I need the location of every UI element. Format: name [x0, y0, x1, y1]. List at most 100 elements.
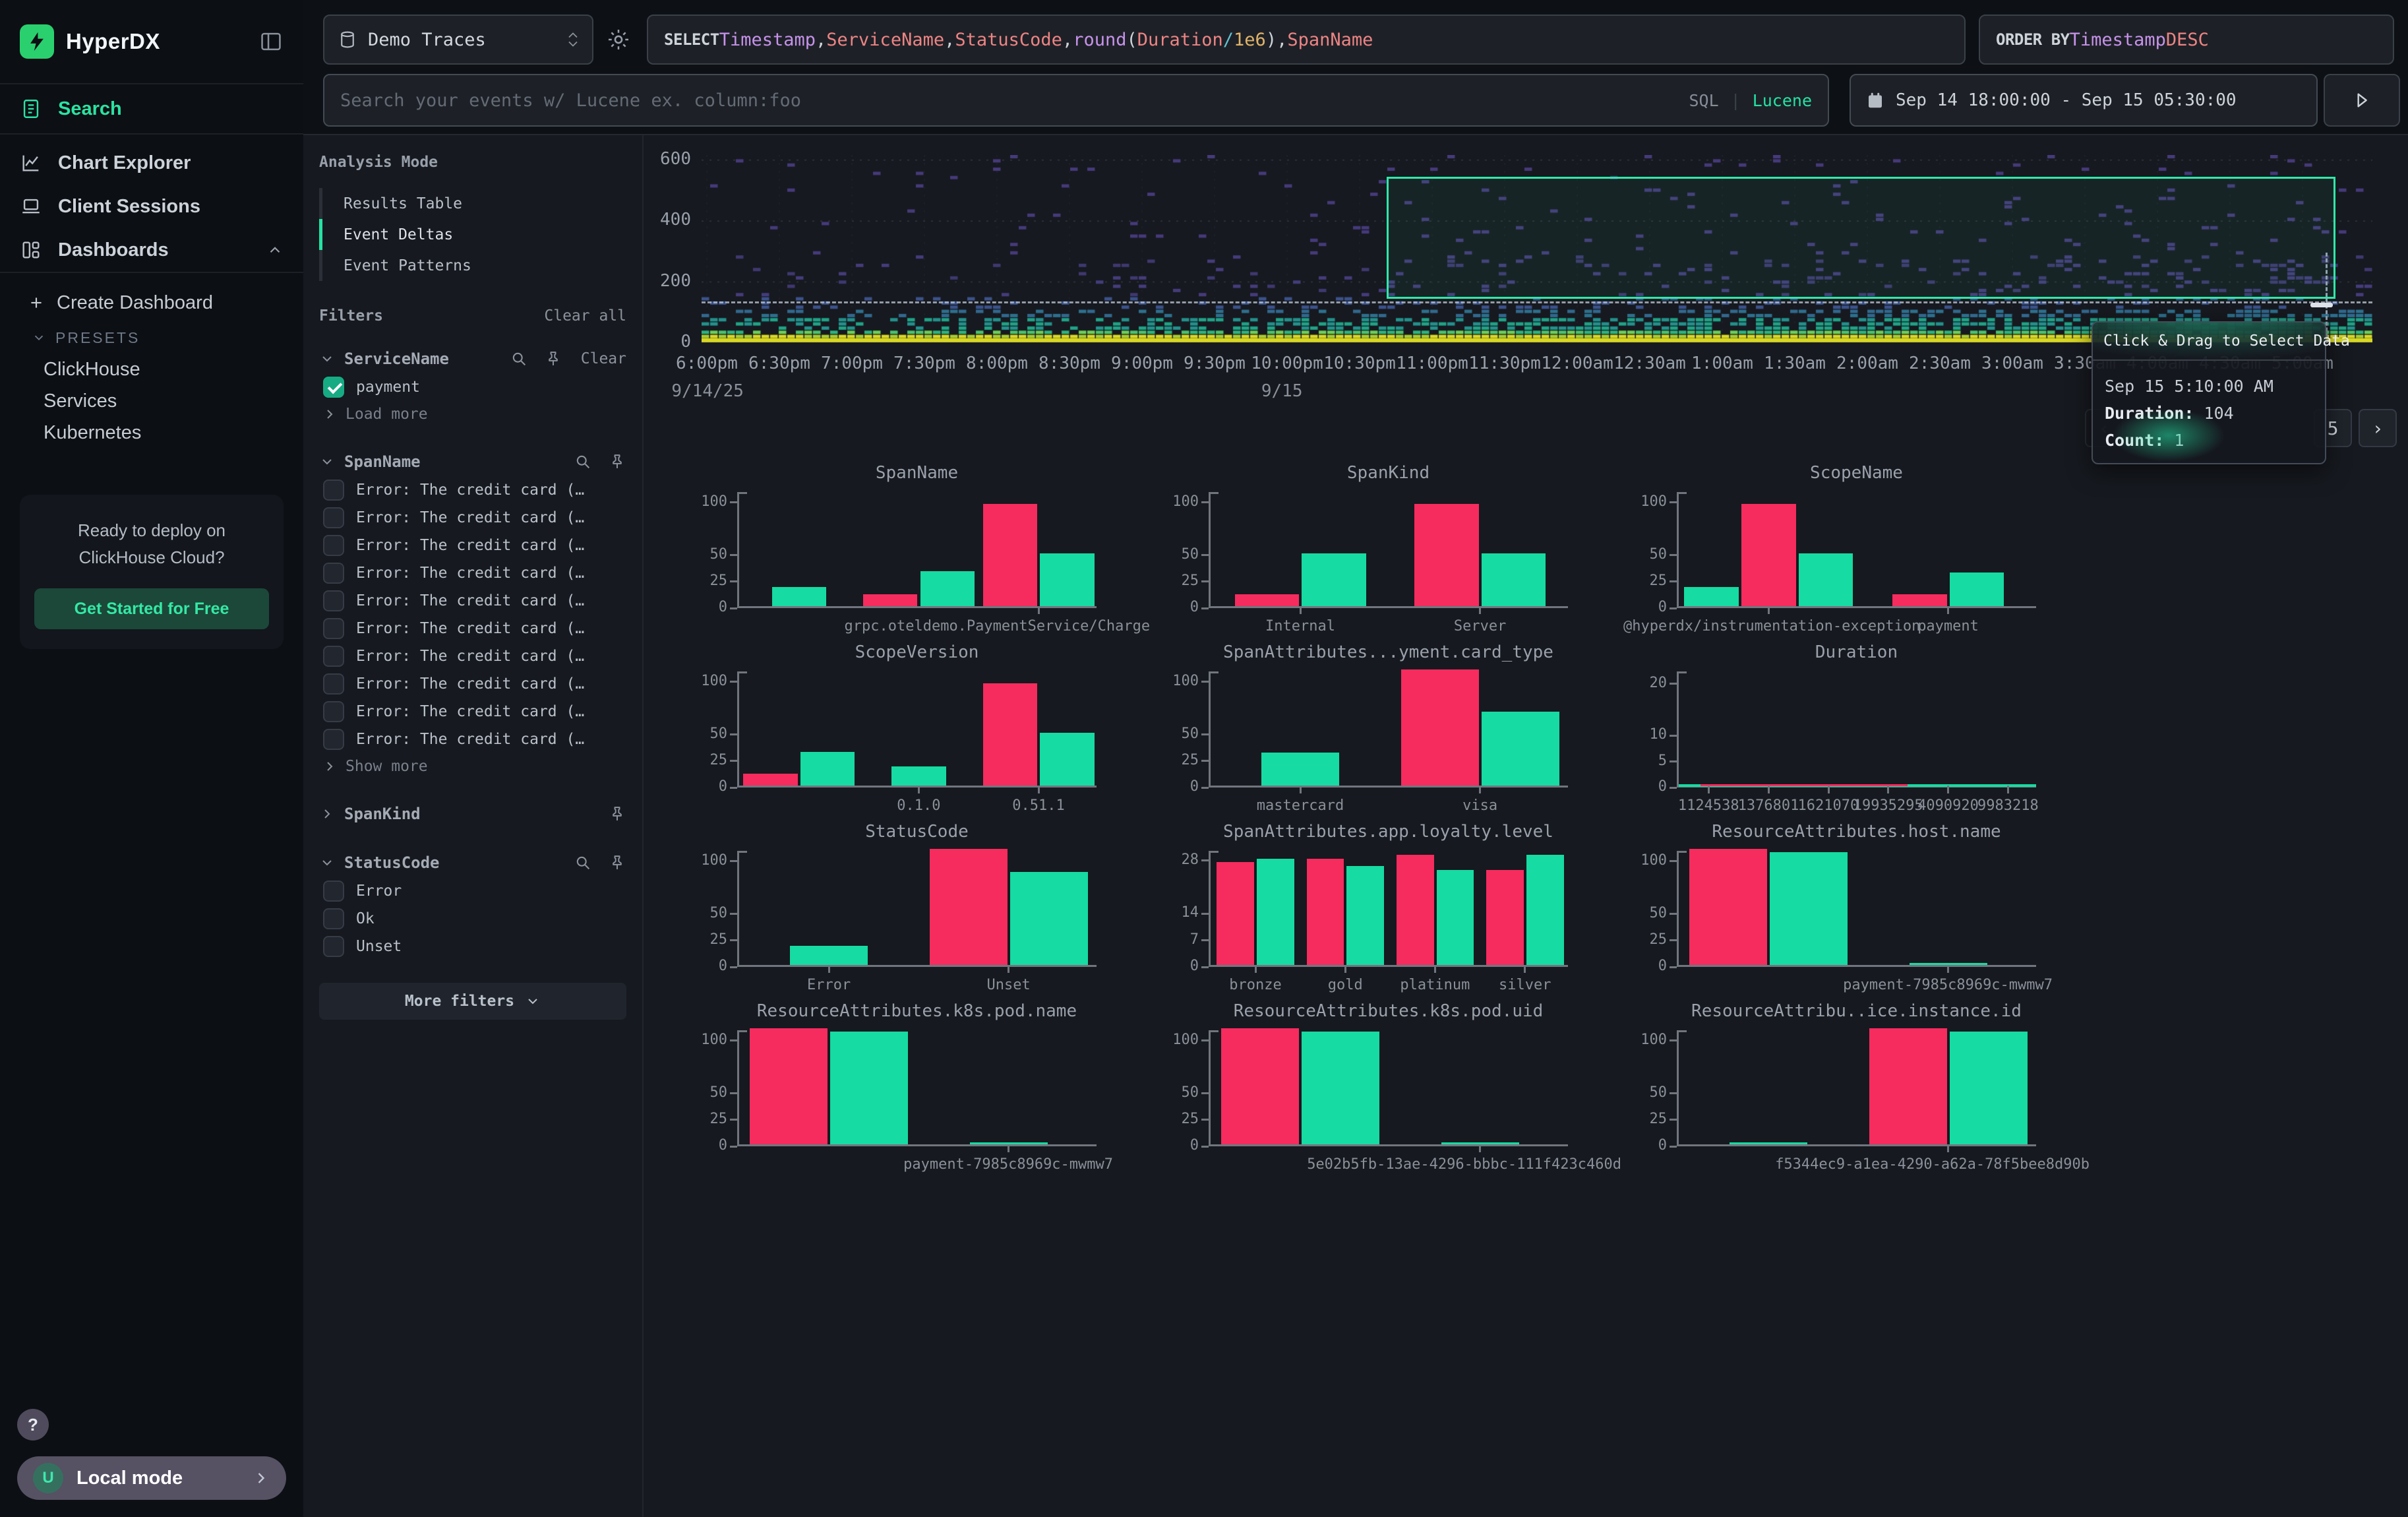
pin-icon[interactable] — [608, 853, 626, 872]
filter-checkbox-row[interactable]: Error: The credit card (… — [319, 642, 626, 670]
filter-checkbox-row[interactable]: Error: The credit card (… — [319, 698, 626, 726]
mode-event-deltas[interactable]: Event Deltas — [319, 219, 626, 250]
local-mode-button[interactable]: U Local mode — [17, 1456, 286, 1500]
filter-checkbox-row[interactable]: Error — [319, 877, 626, 905]
presets-toggle[interactable]: PRESETS — [0, 322, 303, 354]
checkbox-unchecked[interactable] — [323, 936, 344, 957]
chart-plot[interactable]: 02550100mastercardvisa — [1209, 671, 1568, 788]
filter-checkbox-row[interactable]: payment — [319, 373, 626, 401]
clear-all-button[interactable]: Clear all — [544, 307, 626, 325]
chart-plot[interactable]: 02550100InternalServer — [1209, 492, 1568, 608]
chevron-right-icon[interactable] — [319, 806, 335, 822]
get-started-button[interactable]: Get Started for Free — [34, 588, 269, 629]
bar-green — [1730, 1142, 1807, 1144]
collapse-sidebar-icon[interactable] — [258, 29, 284, 54]
chart-plot[interactable]: 071428bronzegoldplatinumsilver — [1209, 851, 1568, 967]
help-button[interactable]: ? — [17, 1409, 49, 1440]
mode-results-table[interactable]: Results Table — [319, 188, 626, 219]
chevron-down-icon[interactable] — [319, 351, 335, 367]
sql-query-input[interactable]: SELECT Timestamp, ServiceName, StatusCod… — [647, 15, 1966, 65]
filter-checkbox-row[interactable]: Ok — [319, 905, 626, 933]
bar-green — [830, 1032, 908, 1144]
page-next-button[interactable]: › — [2359, 409, 2397, 447]
run-query-button[interactable] — [2324, 74, 2400, 127]
checkbox-unchecked[interactable] — [323, 701, 344, 722]
chart-plot[interactable]: 02550100grpc.oteldemo.PaymentService/Cha… — [737, 492, 1097, 608]
checkbox-unchecked[interactable] — [323, 881, 344, 902]
checkbox-unchecked[interactable] — [323, 563, 344, 584]
gear-icon[interactable] — [603, 24, 634, 55]
sidebar-item-search[interactable]: Search — [0, 84, 303, 135]
order-by-input[interactable]: ORDER BY Timestamp DESC — [1979, 15, 2394, 65]
checkbox-unchecked[interactable] — [323, 646, 344, 667]
chart-plot[interactable]: 02550100@hyperdx/instrumentation-excepti… — [1677, 492, 2036, 608]
chart-plot[interactable]: 025501005e02b5fb-13ae-4296-bbbc-111f423c… — [1209, 1030, 1568, 1146]
chart-plot[interactable]: 02550100payment-7985c8969c-mwmw7 — [737, 1030, 1097, 1146]
filter-checkbox-row[interactable]: Error: The credit card (… — [319, 476, 626, 504]
lang-toggle-lucene[interactable]: Lucene — [1753, 91, 1812, 110]
filter-group-header[interactable]: SpanKind — [319, 799, 626, 828]
preset-clickhouse[interactable]: ClickHouse — [0, 354, 303, 385]
sidebar-item-dashboards[interactable]: Dashboards — [0, 228, 303, 272]
lang-toggle-sql[interactable]: SQL — [1689, 91, 1718, 110]
mode-event-patterns[interactable]: Event Patterns — [319, 250, 626, 281]
source-select[interactable]: Demo Traces — [323, 15, 593, 65]
search-icon[interactable] — [574, 853, 592, 872]
checkbox-unchecked[interactable] — [323, 535, 344, 556]
load-more-button[interactable]: Load more — [319, 401, 626, 427]
bar-green — [1346, 866, 1384, 965]
y-axis-label: 25 — [681, 931, 727, 948]
date-range-picker[interactable]: Sep 14 18:00:00 - Sep 15 05:30:00 — [1850, 74, 2318, 127]
pin-icon[interactable] — [544, 350, 562, 368]
more-filters-button[interactable]: More filters — [319, 983, 626, 1020]
checkbox-unchecked[interactable] — [323, 618, 344, 639]
delta-chart-spanattributes-app-loyalty-level: SpanAttributes.app.loyalty.level071428br… — [1151, 820, 1579, 1000]
filter-group-StatusCode: StatusCode Error OkUnset — [319, 848, 626, 960]
pin-icon[interactable] — [608, 805, 626, 823]
load-more-button[interactable]: Show more — [319, 753, 626, 780]
checkbox-unchecked[interactable] — [323, 590, 344, 611]
filter-checkbox-row[interactable]: Error: The credit card (… — [319, 726, 626, 753]
checkbox-unchecked[interactable] — [323, 480, 344, 501]
filter-checkbox-row[interactable]: Error: The credit card (… — [319, 587, 626, 615]
chart-plot[interactable]: 02550100f5344ec9-a1ea-4290-a62a-78f5bee8… — [1677, 1030, 2036, 1146]
preset-services[interactable]: Services — [0, 385, 303, 417]
filter-checkbox-row[interactable]: Error: The credit card (… — [319, 670, 626, 698]
chart-plot[interactable]: 02550100payment-7985c8969c-mwmw7 — [1677, 851, 2036, 967]
chart-title: ResourceAttributes.k8s.pod.name — [737, 1001, 1097, 1021]
sidebar-item-chart-explorer[interactable]: Chart Explorer — [0, 141, 303, 185]
chevron-up-icon[interactable] — [266, 241, 284, 259]
checkbox-checked[interactable] — [323, 377, 344, 398]
filter-checkbox-row[interactable]: Error: The credit card (… — [319, 559, 626, 587]
chart-plot[interactable]: 02550100ErrorUnset — [737, 851, 1097, 967]
dashboards-submenu: Create Dashboard PRESETS ClickHouse Serv… — [0, 273, 303, 452]
checkbox-unchecked[interactable] — [323, 729, 344, 750]
filter-value-label: Error — [356, 882, 402, 900]
filter-checkbox-row[interactable]: Unset — [319, 933, 626, 960]
checkbox-unchecked[interactable] — [323, 507, 344, 528]
filter-group-header[interactable]: ServiceNameClear — [319, 344, 626, 373]
filter-group-header[interactable]: StatusCode — [319, 848, 626, 877]
filter-group-header[interactable]: SpanName — [319, 447, 626, 476]
search-icon[interactable] — [574, 452, 592, 471]
clear-filter-button[interactable]: Clear — [581, 350, 626, 367]
chevron-down-icon[interactable] — [319, 454, 335, 470]
filter-checkbox-row[interactable]: Error: The credit card (… — [319, 615, 626, 642]
filter-checkbox-row[interactable]: Error: The credit card (… — [319, 532, 626, 559]
create-dashboard-button[interactable]: Create Dashboard — [0, 284, 303, 322]
x-axis-label: grpc.oteldemo.PaymentService/Charge — [845, 618, 1151, 635]
search-icon[interactable] — [510, 350, 528, 368]
chevron-down-icon[interactable] — [319, 855, 335, 871]
heatmap-selection-rect[interactable] — [1387, 177, 2335, 299]
preset-kubernetes[interactable]: Kubernetes — [0, 417, 303, 449]
sidebar-item-client-sessions[interactable]: Client Sessions — [0, 185, 303, 228]
checkbox-unchecked[interactable] — [323, 673, 344, 695]
query-token: ( — [1126, 30, 1137, 50]
y-axis-label: 5 — [1621, 753, 1667, 769]
chart-plot[interactable]: 0510201124538137680116210701993529540909… — [1677, 671, 2036, 788]
search-input[interactable]: Search your events w/ Lucene ex. column:… — [323, 74, 1829, 127]
filter-checkbox-row[interactable]: Error: The credit card (… — [319, 504, 626, 532]
pin-icon[interactable] — [608, 452, 626, 471]
chart-plot[interactable]: 025501000.1.00.51.1 — [737, 671, 1097, 788]
checkbox-unchecked[interactable] — [323, 908, 344, 929]
